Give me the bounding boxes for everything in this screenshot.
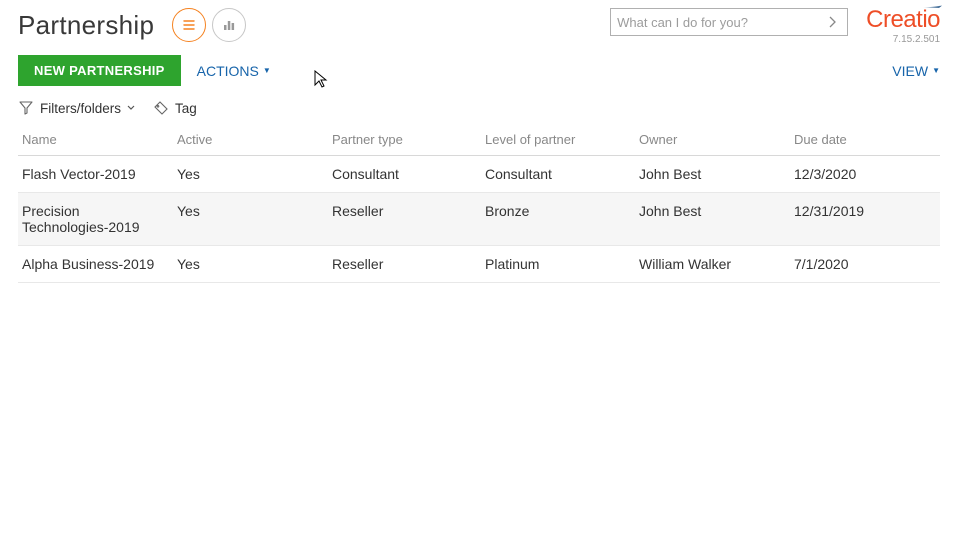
caret-down-icon: ▼ [263,66,271,75]
cell-partner-type: Reseller [328,193,481,246]
chevron-right-icon [828,16,838,28]
cell-level: Consultant [481,156,635,193]
cell-partner-type: Reseller [328,246,481,283]
actions-dropdown[interactable]: ACTIONS ▼ [197,63,271,79]
partnership-table: Name Active Partner type Level of partne… [18,126,940,283]
tag-button[interactable]: Tag [153,100,197,116]
tag-label: Tag [175,101,197,116]
list-icon [180,16,198,34]
caret-down-icon: ▼ [932,66,940,75]
search-box[interactable] [610,8,848,36]
table-row[interactable]: Alpha Business-2019 Yes Reseller Platinu… [18,246,940,283]
brand: Creatio 7.15.2.501 [866,8,940,45]
column-header-active[interactable]: Active [173,126,328,156]
chart-view-button[interactable] [212,8,246,42]
cell-active: Yes [173,156,328,193]
brand-version: 7.15.2.501 [893,34,940,45]
column-header-owner[interactable]: Owner [635,126,790,156]
page-title: Partnership [18,10,154,41]
list-view-button[interactable] [172,8,206,42]
view-label: VIEW [892,63,928,79]
column-header-name[interactable]: Name [18,126,173,156]
column-header-level[interactable]: Level of partner [481,126,635,156]
column-header-due-date[interactable]: Due date [790,126,940,156]
view-dropdown[interactable]: VIEW ▼ [892,63,940,79]
filters-folders-label: Filters/folders [40,101,121,116]
actions-label: ACTIONS [197,63,259,79]
tag-icon [153,100,169,116]
cell-name[interactable]: Flash Vector-2019 [18,156,173,193]
cell-name[interactable]: Precision Technologies-2019 [18,193,173,246]
search-go-button[interactable] [825,14,841,30]
cell-level: Platinum [481,246,635,283]
cell-owner[interactable]: John Best [635,193,790,246]
column-header-partner-type[interactable]: Partner type [328,126,481,156]
table-row[interactable]: Precision Technologies-2019 Yes Reseller… [18,193,940,246]
cell-due-date: 12/31/2019 [790,193,940,246]
cell-active: Yes [173,193,328,246]
brand-logo: Creatio [866,8,940,32]
filters-folders-button[interactable]: Filters/folders [18,100,135,116]
cell-active: Yes [173,246,328,283]
table-row[interactable]: Flash Vector-2019 Yes Consultant Consult… [18,156,940,193]
search-input[interactable] [617,15,825,30]
chart-icon [220,16,238,34]
cell-owner[interactable]: John Best [635,156,790,193]
cell-partner-type: Consultant [328,156,481,193]
caret-down-icon [127,105,135,111]
new-partnership-button[interactable]: NEW PARTNERSHIP [18,55,181,86]
cell-name[interactable]: Alpha Business-2019 [18,246,173,283]
filter-icon [18,100,34,116]
cell-level: Bronze [481,193,635,246]
cell-owner[interactable]: William Walker [635,246,790,283]
cell-due-date: 12/3/2020 [790,156,940,193]
cell-due-date: 7/1/2020 [790,246,940,283]
